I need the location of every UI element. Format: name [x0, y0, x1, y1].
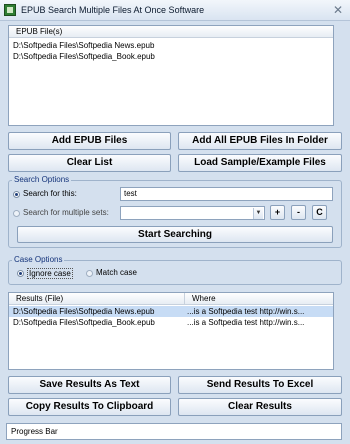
- search-multiple-combo[interactable]: ▼: [120, 206, 265, 220]
- close-icon[interactable]: ✕: [331, 3, 345, 17]
- send-results-excel-button[interactable]: Send Results To Excel: [178, 376, 342, 394]
- remove-set-button[interactable]: -: [291, 205, 306, 220]
- add-set-button[interactable]: +: [270, 205, 285, 220]
- progress-bar-label: Progress Bar: [11, 427, 58, 436]
- window-title: EPUB Search Multiple Files At Once Softw…: [21, 5, 205, 15]
- table-row[interactable]: D:\Softpedia Files\Softpedia News.epub .…: [9, 306, 333, 317]
- match-case-label[interactable]: Match case: [96, 268, 137, 277]
- chevron-down-icon[interactable]: ▼: [253, 208, 263, 219]
- table-row[interactable]: D:\Softpedia Files\Softpedia_Book.epub .…: [9, 317, 333, 328]
- app-icon: [4, 4, 16, 16]
- search-for-this-radio[interactable]: [13, 191, 20, 198]
- file-list-header[interactable]: EPUB File(s): [9, 26, 333, 38]
- search-for-this-label[interactable]: Search for this:: [23, 189, 77, 198]
- case-options-legend: Case Options: [12, 255, 65, 264]
- result-file-cell: D:\Softpedia Files\Softpedia News.epub: [13, 307, 155, 316]
- list-item[interactable]: D:\Softpedia Files\Softpedia News.epub: [13, 41, 154, 50]
- result-file-cell: D:\Softpedia Files\Softpedia_Book.epub: [13, 318, 155, 327]
- clear-results-button[interactable]: Clear Results: [178, 398, 342, 416]
- file-list[interactable]: EPUB File(s) D:\Softpedia Files\Softpedi…: [8, 25, 334, 126]
- result-where-cell: ...is a Softpedia test http://win.s...: [187, 318, 305, 327]
- copy-results-clipboard-button[interactable]: Copy Results To Clipboard: [8, 398, 171, 416]
- load-sample-button[interactable]: Load Sample/Example Files: [178, 154, 342, 172]
- list-item[interactable]: D:\Softpedia Files\Softpedia_Book.epub: [13, 52, 155, 61]
- search-options-legend: Search Options: [12, 175, 72, 184]
- search-for-this-input[interactable]: test: [120, 187, 333, 201]
- search-multiple-label[interactable]: Search for multiple sets:: [23, 208, 109, 217]
- title-bar: EPUB Search Multiple Files At Once Softw…: [0, 0, 350, 21]
- results-where-column-header[interactable]: Where: [185, 293, 333, 305]
- progress-bar: Progress Bar: [6, 423, 342, 440]
- ignore-case-label[interactable]: Ignore case: [27, 268, 73, 279]
- match-case-radio[interactable]: [86, 270, 93, 277]
- clear-sets-button[interactable]: C: [312, 205, 327, 220]
- result-where-cell: ...is a Softpedia test http://win.s...: [187, 307, 305, 316]
- save-results-text-button[interactable]: Save Results As Text: [8, 376, 171, 394]
- search-multiple-radio[interactable]: [13, 210, 20, 217]
- add-epub-files-button[interactable]: Add EPUB Files: [8, 132, 171, 150]
- start-searching-button[interactable]: Start Searching: [17, 226, 333, 243]
- clear-list-button[interactable]: Clear List: [8, 154, 171, 172]
- add-all-in-folder-button[interactable]: Add All EPUB Files In Folder: [178, 132, 342, 150]
- results-list[interactable]: Results (File) Where D:\Softpedia Files\…: [8, 292, 334, 370]
- ignore-case-radio[interactable]: [17, 270, 24, 277]
- results-file-column-header[interactable]: Results (File): [9, 293, 185, 305]
